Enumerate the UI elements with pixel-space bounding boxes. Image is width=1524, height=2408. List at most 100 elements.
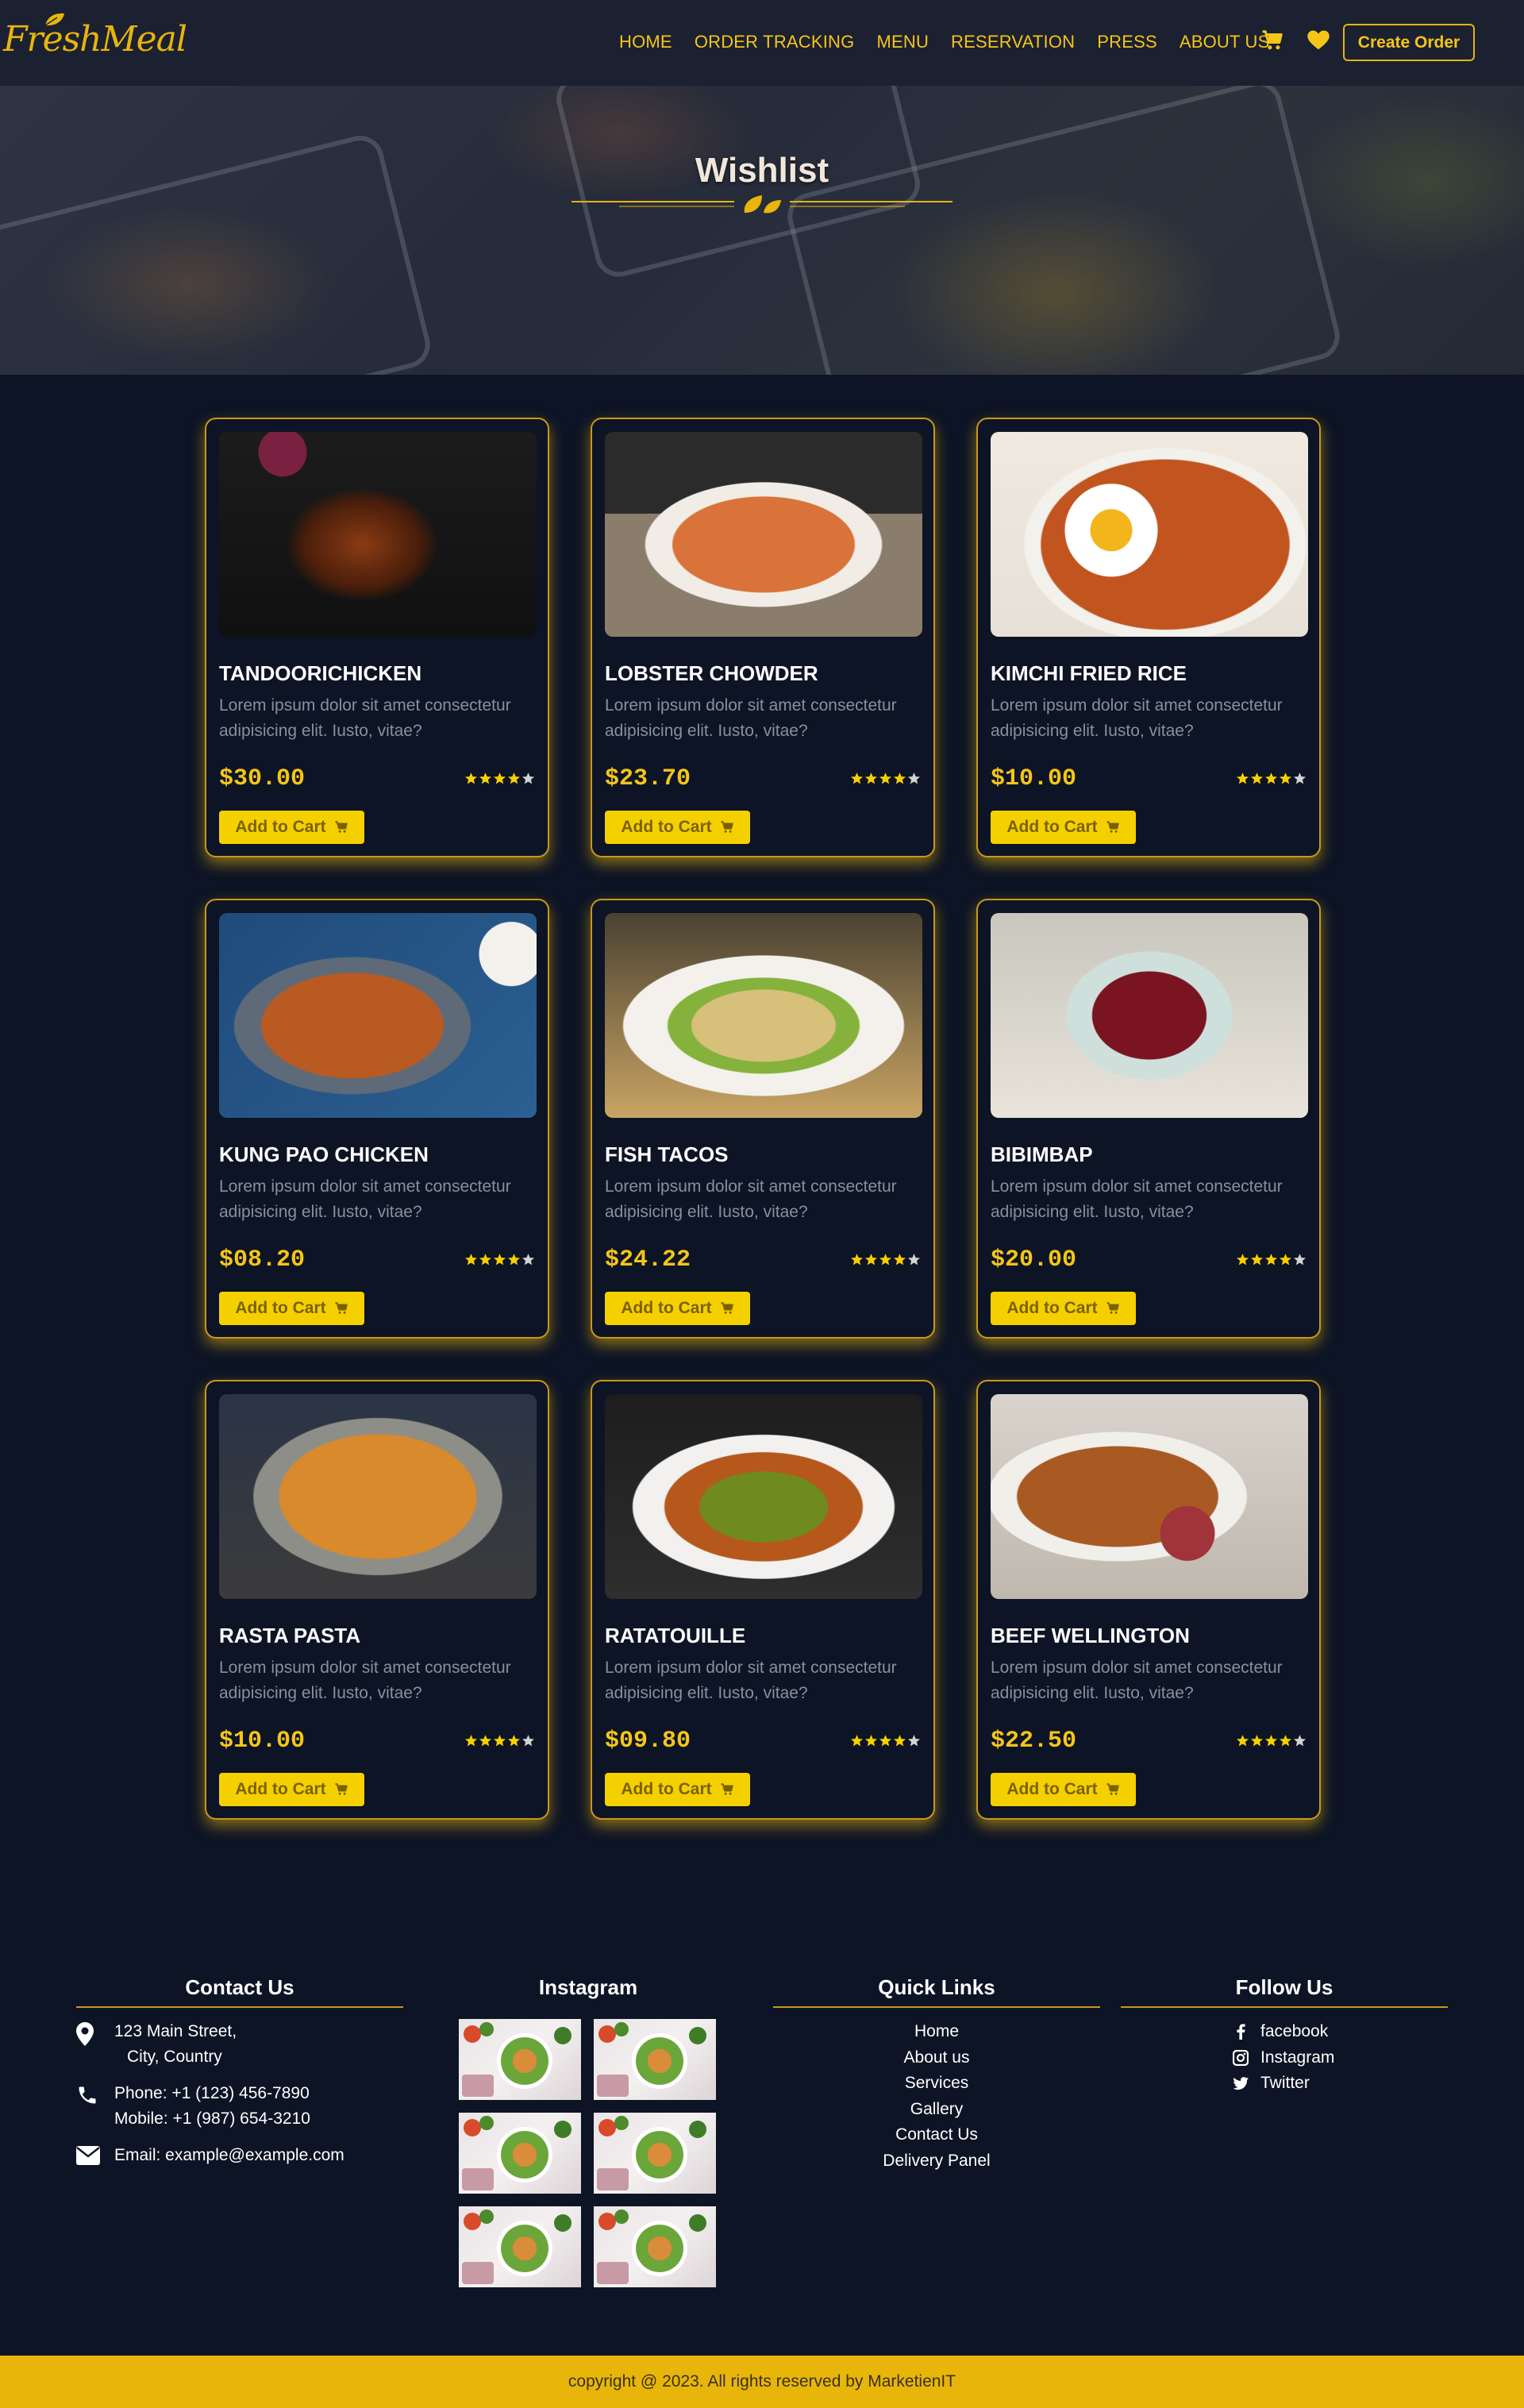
facebook-icon [1237,2024,1245,2040]
add-to-cart-button[interactable]: Add to Cart [219,1292,364,1325]
footer-link-home[interactable]: Home [773,2019,1100,2045]
footer-link-services[interactable]: Services [773,2071,1100,2097]
instagram-thumbnail[interactable] [594,2019,716,2100]
phone-row: Phone: +1 (123) 456-7890 Mobile: +1 (987… [76,2081,403,2132]
add-to-cart-button[interactable]: Add to Cart [991,1292,1136,1325]
star-icon [464,1254,478,1266]
wishlist-card: RASTA PASTA Lorem ipsum dolor sit amet co… [205,1380,549,1820]
nav-about-us[interactable]: ABOUT US [1180,32,1270,52]
star-icon [893,1254,906,1266]
add-to-cart-button[interactable]: Add to Cart [219,811,364,844]
dish-price: $09.80 [605,1728,691,1755]
quick-links-heading: Quick Links [773,1975,1100,2008]
footer-link-gallery[interactable]: Gallery [773,2097,1100,2123]
cart-icon[interactable] [1260,29,1284,52]
dish-description: Lorem ipsum dolor sit amet consectetur a… [219,1659,511,1702]
instagram-thumbnail[interactable] [459,2113,581,2194]
contact-heading: Contact Us [76,1975,403,2008]
email-text[interactable]: Email: example@example.com [114,2143,344,2168]
footer-link-contact-us[interactable]: Contact Us [773,2122,1100,2148]
wishlist-card: LOBSTER CHOWDER Lorem ipsum dolor sit ame… [591,418,935,857]
star-icon [479,772,492,784]
instagram-icon [1233,2049,1249,2066]
add-to-cart-button[interactable]: Add to Cart [605,811,750,844]
email-row: Email: example@example.com [76,2143,403,2168]
instagram-thumbnail[interactable] [459,2206,581,2287]
nav-reservation[interactable]: RESERVATION [951,32,1075,52]
cart-icon [721,821,733,833]
nav-home[interactable]: HOME [619,32,672,52]
star-icon [1236,1254,1249,1266]
follow-heading: Follow Us [1121,1975,1448,2008]
social-twitter-label: Twitter [1260,2074,1310,2092]
add-to-cart-button[interactable]: Add to Cart [991,1773,1136,1806]
star-icon [479,1735,492,1747]
dish-price: $20.00 [991,1246,1077,1273]
leaf-divider-icon [572,195,952,214]
dish-photo[interactable] [605,432,922,637]
star-icon [493,1735,506,1747]
dish-name: LOBSTER CHOWDER [605,661,818,685]
rating-stars [850,772,921,785]
dish-photo[interactable] [605,913,922,1118]
dish-price: $30.00 [219,765,306,792]
add-to-cart-button[interactable]: Add to Cart [219,1773,364,1806]
dish-photo[interactable] [219,913,537,1118]
nav-order-tracking[interactable]: ORDER TRACKING [695,32,855,52]
dish-name: RATATOUILLE [605,1624,746,1647]
rating-stars [850,1253,921,1266]
twitter-icon [1233,2076,1249,2090]
social-instagram[interactable]: Instagram [1232,2045,1448,2071]
star-icon [864,1735,878,1747]
star-icon [1236,772,1249,784]
footer-quick-links: Quick Links Home About us Services Galle… [773,1975,1100,2174]
star-icon [850,1735,864,1747]
nav-menu[interactable]: MENU [876,32,929,52]
star-icon [507,1735,521,1747]
hero-banner: Wishlist [0,86,1524,375]
brand-logo[interactable]: FreshMeal [3,13,187,60]
star-icon [479,1254,492,1266]
wishlist-card: BIBIMBAP Lorem ipsum dolor sit amet conse… [976,899,1321,1339]
dish-price: $23.70 [605,765,691,792]
star-icon [507,772,521,784]
add-to-cart-button[interactable]: Add to Cart [605,1292,750,1325]
top-navbar: FreshMeal HOME ORDER TRACKING MENU RESER… [0,0,1524,86]
star-icon [1293,1254,1307,1266]
social-facebook-label: facebook [1260,2022,1329,2040]
wishlist-card: RATATOUILLE Lorem ipsum dolor sit amet co… [591,1380,935,1820]
social-facebook[interactable]: facebook [1232,2019,1448,2045]
dish-photo[interactable] [219,432,537,637]
dish-photo[interactable] [219,1394,537,1599]
create-order-button[interactable]: Create Order [1343,24,1475,61]
phone-text: Phone: +1 (123) 456-7890 [114,2084,310,2102]
footer-contact: Contact Us 123 Main Street, City, Countr… [76,1975,403,2168]
address-line-2: City, Country [127,2048,222,2066]
instagram-thumbnail[interactable] [594,2113,716,2194]
star-icon [1264,1254,1278,1266]
social-twitter[interactable]: Twitter [1232,2071,1448,2097]
heart-icon[interactable] [1307,29,1330,52]
star-icon [1250,1254,1264,1266]
add-to-cart-button[interactable]: Add to Cart [605,1773,750,1806]
dish-photo[interactable] [605,1394,922,1599]
star-icon [1293,772,1307,784]
dish-photo[interactable] [991,1394,1308,1599]
instagram-thumbnail[interactable] [594,2206,716,2287]
cart-icon [335,821,348,833]
rating-stars [1236,1253,1307,1266]
dish-name: KUNG PAO CHICKEN [219,1142,429,1166]
footer-link-delivery-panel[interactable]: Delivery Panel [773,2148,1100,2175]
dish-name: TANDOORICHICKEN [219,661,422,685]
dish-description: Lorem ipsum dolor sit amet consectetur a… [991,1659,1283,1702]
add-to-cart-button[interactable]: Add to Cart [991,811,1136,844]
nav-press[interactable]: PRESS [1097,32,1157,52]
star-icon [1250,1735,1264,1747]
footer-link-about-us[interactable]: About us [773,2045,1100,2071]
address-row: 123 Main Street, City, Country [76,2019,403,2070]
star-icon [864,1254,878,1266]
instagram-thumbnail[interactable] [459,2019,581,2100]
dish-photo[interactable] [991,432,1308,637]
star-icon [893,1735,906,1747]
dish-photo[interactable] [991,913,1308,1118]
